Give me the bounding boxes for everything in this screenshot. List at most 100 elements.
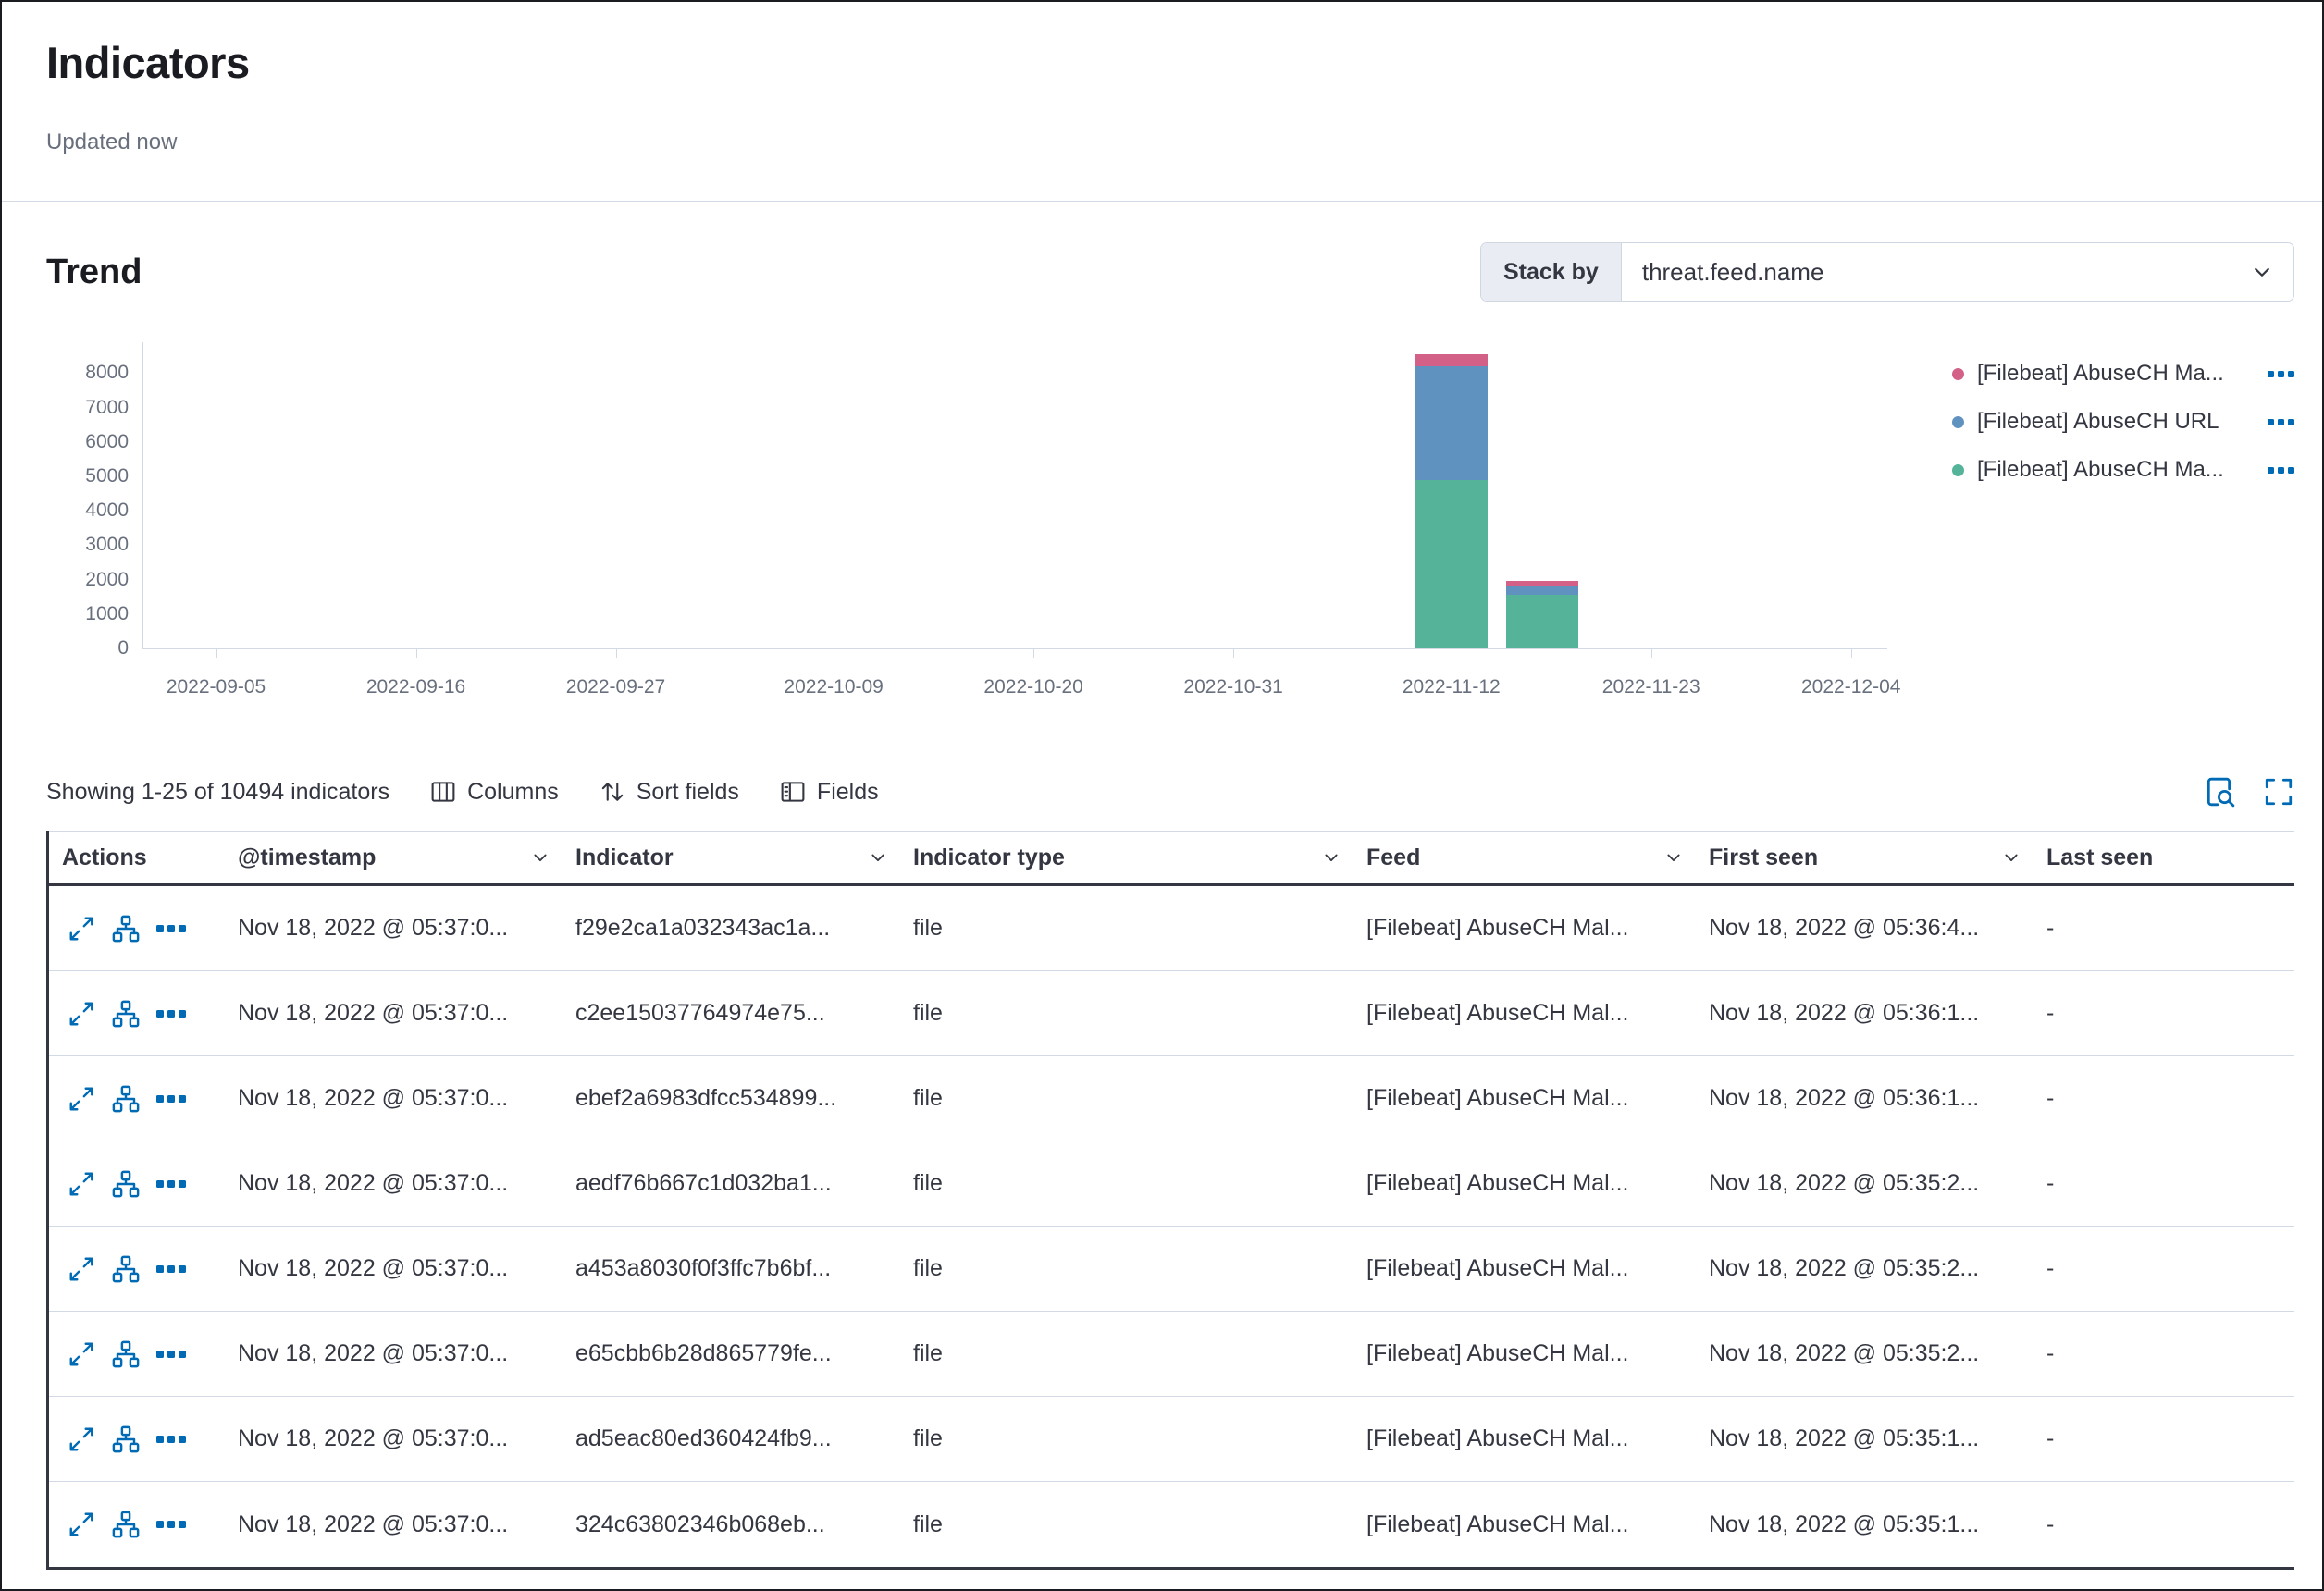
indicator-cell: ebef2a6983dfcc534899... [562, 1056, 900, 1141]
feed-cell: [Filebeat] AbuseCH Mal... [1354, 971, 1696, 1055]
more-actions-button[interactable] [156, 1265, 186, 1273]
investigate-in-timeline-button[interactable] [112, 1255, 140, 1283]
inspect-icon [2204, 776, 2235, 808]
more-actions-button[interactable] [156, 1436, 186, 1443]
open-flyout-button[interactable] [68, 1511, 95, 1538]
updated-status: Updated now [46, 129, 2294, 156]
actions-cell [49, 1227, 225, 1311]
column-header-label: Last seen [2046, 845, 2153, 871]
more-actions-button[interactable] [156, 1010, 186, 1018]
open-flyout-button[interactable] [68, 1340, 95, 1368]
expand-icon [68, 1085, 95, 1113]
column-header-timestamp[interactable]: @timestamp [225, 832, 562, 883]
investigate-in-timeline-button[interactable] [112, 1340, 140, 1368]
feed-cell: [Filebeat] AbuseCH Mal... [1354, 1482, 1696, 1567]
timestamp-cell: Nov 18, 2022 @ 05:37:0... [225, 1141, 562, 1226]
open-flyout-button[interactable] [68, 915, 95, 943]
more-actions-icon [2268, 467, 2294, 474]
x-axis-tick [1233, 648, 1234, 658]
x-axis-tick [1851, 648, 1852, 658]
last-seen-cell: - [2034, 1141, 2294, 1226]
more-actions-icon [156, 1350, 186, 1358]
x-axis-label: 2022-09-05 [167, 676, 266, 698]
legend-more-button[interactable] [2268, 371, 2294, 377]
feed-cell: [Filebeat] AbuseCH Mal... [1354, 1056, 1696, 1141]
feed-cell: [Filebeat] AbuseCH Mal... [1354, 886, 1696, 970]
investigate-in-timeline-icon [112, 1000, 140, 1028]
last-seen-cell: - [2034, 1397, 2294, 1481]
more-actions-button[interactable] [156, 1180, 186, 1188]
columns-button[interactable]: Columns [430, 779, 559, 806]
table-row: Nov 18, 2022 @ 05:37:0... e65cbb6b28d865… [49, 1312, 2294, 1397]
column-header-indicator-type[interactable]: Indicator type [900, 832, 1354, 883]
bar-segment [1415, 366, 1488, 480]
legend-item-label[interactable]: [Filebeat] AbuseCH URL [1977, 409, 2255, 435]
indicator-type-cell: file [900, 1312, 1354, 1396]
column-header-first-seen[interactable]: First seen [1696, 832, 2034, 883]
more-actions-button[interactable] [156, 1350, 186, 1358]
open-flyout-button[interactable] [68, 1170, 95, 1198]
y-axis-label: 5000 [85, 465, 129, 487]
expand-icon [68, 1425, 95, 1453]
column-header-label: Actions [62, 845, 147, 871]
investigate-in-timeline-button[interactable] [112, 1000, 140, 1028]
more-actions-button[interactable] [156, 925, 186, 932]
last-seen-cell: - [2034, 1227, 2294, 1311]
stack-by-select[interactable]: threat.feed.name [1622, 243, 2293, 301]
columns-icon [430, 779, 456, 805]
timestamp-cell: Nov 18, 2022 @ 05:37:0... [225, 886, 562, 970]
feed-cell: [Filebeat] AbuseCH Mal... [1354, 1312, 1696, 1396]
actions-cell [49, 1312, 225, 1396]
legend-item-label[interactable]: [Filebeat] AbuseCH Ma... [1977, 361, 2255, 387]
open-flyout-button[interactable] [68, 1255, 95, 1283]
chevron-down-icon [1322, 848, 1341, 867]
stack-by-value: threat.feed.name [1642, 258, 1824, 287]
column-header-actions: Actions [49, 832, 225, 883]
stack-by-control: Stack by threat.feed.name [1480, 242, 2294, 302]
column-header-feed[interactable]: Feed [1354, 832, 1696, 883]
legend-more-button[interactable] [2268, 419, 2294, 426]
table-row: Nov 18, 2022 @ 05:37:0... ebef2a6983dfcc… [49, 1056, 2294, 1141]
table-row: Nov 18, 2022 @ 05:37:0... aedf76b667c1d0… [49, 1141, 2294, 1227]
expand-icon [68, 1511, 95, 1538]
legend-color-dot [1952, 368, 1964, 380]
investigate-in-timeline-icon [112, 1085, 140, 1113]
investigate-in-timeline-button[interactable] [112, 1511, 140, 1538]
more-actions-icon [156, 1180, 186, 1188]
last-seen-cell: - [2034, 971, 2294, 1055]
more-actions-button[interactable] [156, 1521, 186, 1528]
x-axis-label: 2022-11-12 [1403, 676, 1501, 698]
table-row: Nov 18, 2022 @ 05:37:0... f29e2ca1a03234… [49, 886, 2294, 971]
investigate-in-timeline-button[interactable] [112, 1085, 140, 1113]
fields-button[interactable]: Fields [780, 779, 879, 806]
indicator-type-cell: file [900, 1397, 1354, 1481]
inspect-button[interactable] [2204, 776, 2235, 808]
fields-icon [780, 779, 806, 805]
table-row: Nov 18, 2022 @ 05:37:0... 324c63802346b0… [49, 1482, 2294, 1567]
column-header-indicator[interactable]: Indicator [562, 832, 900, 883]
investigate-in-timeline-button[interactable] [112, 915, 140, 943]
open-flyout-button[interactable] [68, 1085, 95, 1113]
last-seen-cell: - [2034, 1482, 2294, 1567]
first-seen-cell: Nov 18, 2022 @ 05:36:1... [1696, 971, 2034, 1055]
open-flyout-button[interactable] [68, 1425, 95, 1453]
open-flyout-button[interactable] [68, 1000, 95, 1028]
investigate-in-timeline-button[interactable] [112, 1170, 140, 1198]
legend-more-button[interactable] [2268, 467, 2294, 474]
table-row: Nov 18, 2022 @ 05:37:0... a453a8030f0f3f… [49, 1227, 2294, 1312]
table-body: Nov 18, 2022 @ 05:37:0... f29e2ca1a03234… [49, 886, 2294, 1567]
first-seen-cell: Nov 18, 2022 @ 05:36:1... [1696, 1056, 2034, 1141]
indicator-cell: e65cbb6b28d865779fe... [562, 1312, 900, 1396]
last-seen-cell: - [2034, 1312, 2294, 1396]
fullscreen-button[interactable] [2263, 776, 2294, 808]
investigate-in-timeline-button[interactable] [112, 1425, 140, 1453]
last-seen-cell: - [2034, 886, 2294, 970]
legend-item-label[interactable]: [Filebeat] AbuseCH Ma... [1977, 457, 2255, 483]
indicator-type-cell: file [900, 886, 1354, 970]
sort-fields-button[interactable]: Sort fields [600, 779, 739, 806]
column-header-label: @timestamp [238, 845, 376, 871]
first-seen-cell: Nov 18, 2022 @ 05:35:1... [1696, 1482, 2034, 1567]
y-axis-label: 2000 [85, 569, 129, 591]
more-actions-button[interactable] [156, 1095, 186, 1103]
bar-segment [1415, 354, 1488, 366]
